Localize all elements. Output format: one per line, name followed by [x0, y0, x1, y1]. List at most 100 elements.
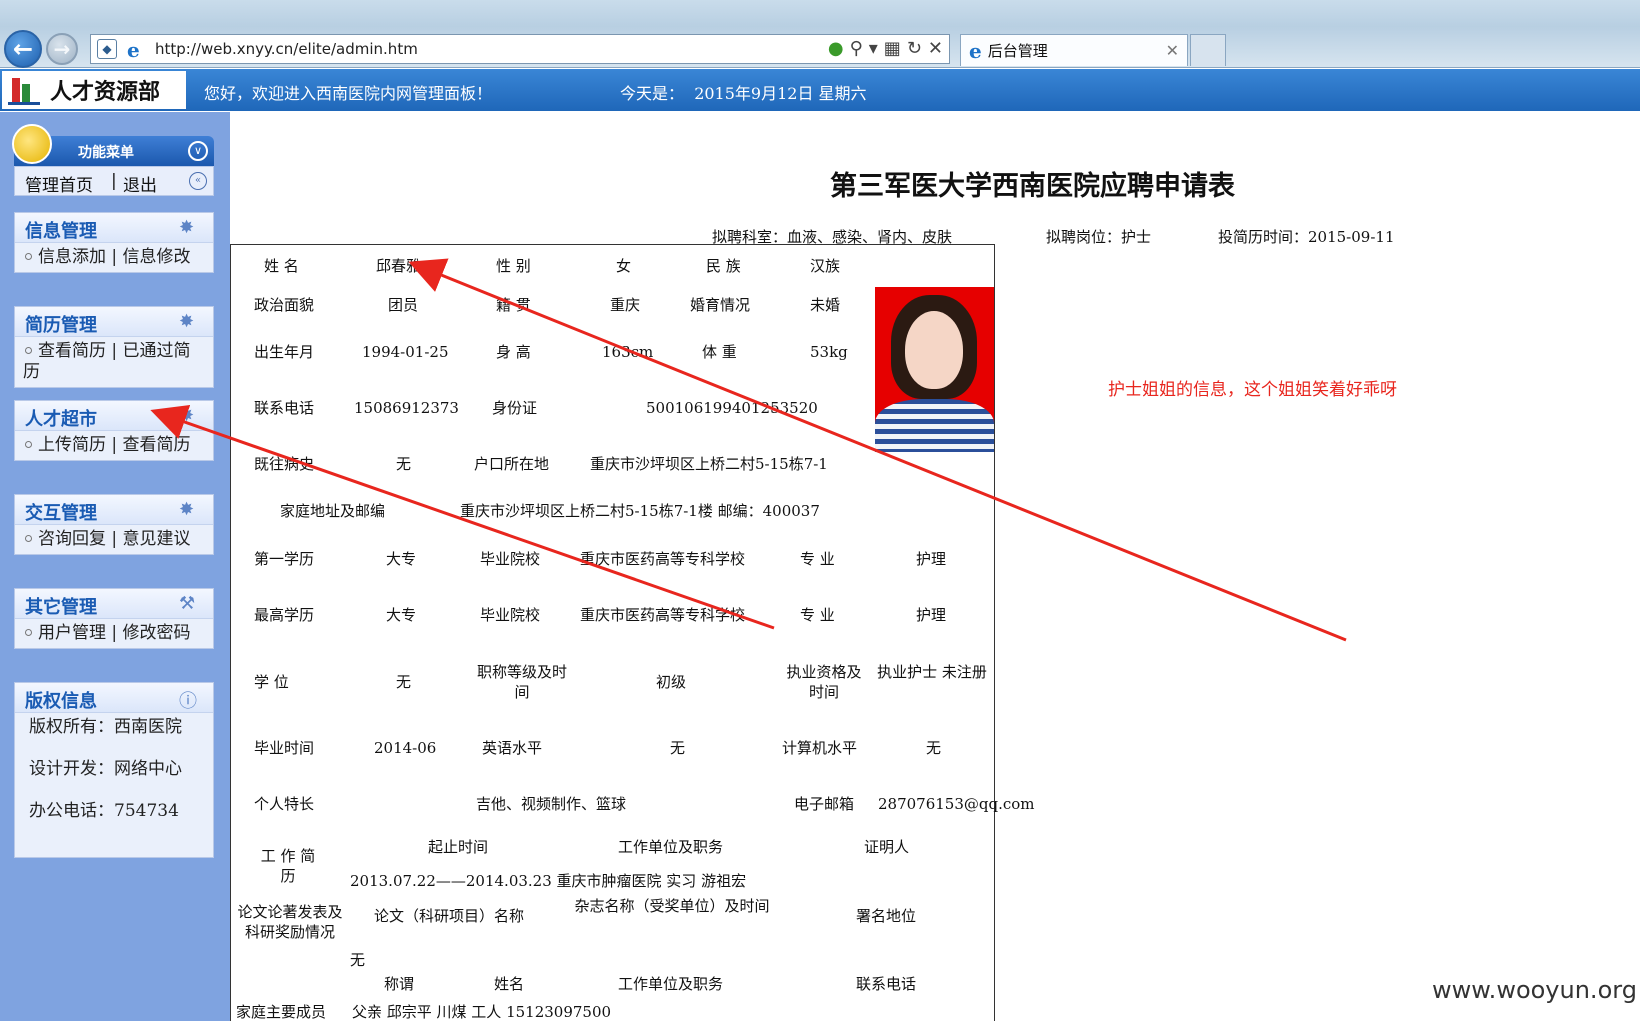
copyright-developer: 设计开发：网络中心 — [29, 759, 182, 779]
main-content: 第三军医大学西南医院应聘申请表 拟聘科室：血液、感染、肾内、皮肤 拟聘岗位：护士… — [230, 112, 1640, 1021]
today-value: 2015年9月12日 星期六 — [694, 84, 867, 103]
doc-date: 投简历时间：2015-09-11 — [1218, 228, 1395, 246]
label-email: 电子邮箱 — [794, 795, 855, 813]
copyright-owner: 版权所有：西南医院 — [29, 717, 182, 737]
collapse-left-icon[interactable]: « — [189, 172, 207, 190]
family-header-name: 姓名 — [494, 975, 525, 993]
close-tab-icon[interactable]: ✕ — [1166, 41, 1179, 60]
label-major1: 专 业 — [800, 550, 835, 568]
section-links[interactable]: 用户管理 | 修改密码 — [38, 623, 191, 643]
value-name: 邱春雅 — [376, 257, 422, 275]
value-major1: 护理 — [916, 550, 947, 568]
welcome-message: 您好，欢迎进入西南医院内网管理面板！ — [204, 84, 493, 103]
label-height: 身 高 — [496, 343, 531, 361]
work-header-witness: 证明人 — [864, 838, 910, 856]
doc-title: 第三军医大学西南医院应聘申请表 — [830, 171, 1235, 202]
paper-header-journal: 杂志名称（受奖单位）及时间 — [574, 897, 770, 915]
back-button[interactable]: ← — [4, 30, 42, 68]
label-computer: 计算机水平 — [782, 739, 858, 757]
hammer-icon: ⚒ — [179, 593, 196, 614]
value-gender: 女 — [616, 257, 632, 275]
label-address: 家庭地址及邮编 — [280, 502, 386, 520]
label-marital: 婚育情况 — [690, 296, 751, 314]
section-links[interactable]: 查看简历 | 已通过简历 — [23, 341, 191, 382]
section-links[interactable]: 咨询回复 | 意见建议 — [38, 529, 191, 549]
today-label: 今天是： — [620, 84, 685, 103]
gear-icon: ✸ — [179, 311, 195, 332]
value-origin: 重庆 — [610, 296, 641, 314]
logout-link[interactable]: 退出 — [123, 171, 157, 196]
app-header: 人才资源部 您好，欢迎进入西南医院内网管理面板！ 今天是： 2015年9月12日… — [0, 69, 1640, 111]
menu-brush-icon — [12, 124, 52, 164]
label-skill: 个人特长 — [254, 795, 315, 813]
home-link[interactable]: 管理首页 — [25, 171, 93, 196]
work-header-unit: 工作单位及职务 — [618, 838, 724, 856]
family-entry: 父亲 邱宗平 川煤 工人 15123097500 — [352, 1003, 612, 1021]
paper-header-role: 署名地位 — [856, 907, 917, 925]
value-title: 初级 — [656, 673, 687, 691]
label-gender: 性 别 — [496, 257, 531, 275]
dropdown-icon[interactable]: ▾ — [869, 38, 878, 59]
label-papers: 论文论著发表及科研奖励情况 — [237, 903, 343, 941]
section-title: 人才超市 — [25, 409, 97, 430]
search-icon[interactable]: ⚲ — [850, 38, 863, 59]
label-edu2: 最高学历 — [254, 606, 315, 624]
value-english: 无 — [670, 739, 686, 757]
applicant-photo — [875, 287, 994, 452]
menu-header: 功能菜单 ∨ — [12, 124, 214, 166]
value-height: 163cm — [602, 343, 654, 361]
label-family: 家庭主要成员 — [236, 1003, 327, 1021]
section-other: 其它管理 ⚒ 用户管理 | 修改密码 — [14, 588, 214, 649]
value-id: 500106199401253520 — [646, 399, 818, 417]
section-copyright: 版权信息 ⓘ 版权所有：西南医院 设计开发：网络中心 办公电话：754734 — [14, 682, 214, 858]
value-email: 287076153@qq.com — [878, 795, 1035, 813]
label-edu1: 第一学历 — [254, 550, 315, 568]
compat-icon[interactable]: ● — [828, 38, 844, 59]
label-birth: 出生年月 — [254, 343, 315, 361]
collapse-down-icon[interactable]: ∨ — [188, 141, 208, 161]
form-border — [230, 244, 231, 1021]
value-ethnic: 汉族 — [810, 257, 841, 275]
forward-button[interactable]: → — [46, 33, 78, 65]
section-links[interactable]: 上传简历 | 查看简历 — [38, 435, 191, 455]
value-school1: 重庆市医药高等专科学校 — [580, 550, 746, 568]
bullet-icon — [25, 534, 32, 542]
paper-header-name: 论文（科研项目）名称 — [374, 907, 525, 925]
label-title: 职称等级及时间 — [476, 663, 567, 701]
label-hukou: 户口所在地 — [474, 455, 550, 473]
refresh-icon[interactable]: ↻ — [907, 38, 922, 59]
value-weight: 53kg — [810, 343, 848, 361]
logo-text: 人才资源部 — [50, 79, 161, 105]
browser-tab[interactable]: e 后台管理 ✕ — [960, 34, 1188, 66]
section-info: 信息管理 ✸ 信息添加 | 信息修改 — [14, 212, 214, 273]
annotation-text: 护士姐姐的信息，这个姐姐笑着好乖呀 — [1108, 380, 1397, 400]
tab-title: 后台管理 — [987, 42, 1048, 60]
address-bar[interactable]: ◆ e http://web.xnyy.cn/elite/admin.htm ●… — [90, 34, 950, 64]
section-title: 简历管理 — [25, 315, 97, 336]
label-school1: 毕业院校 — [480, 550, 541, 568]
value-address: 重庆市沙坪坝区上桥二村5-15栋7-1楼 邮编：400037 — [460, 502, 820, 520]
form-border — [994, 244, 995, 1021]
doc-post: 拟聘岗位：护士 — [1046, 228, 1152, 246]
browser-toolbar: ← → ◆ e http://web.xnyy.cn/elite/admin.h… — [0, 0, 1640, 68]
form-border — [230, 244, 995, 245]
gear-icon: ✸ — [179, 217, 195, 238]
section-links[interactable]: 信息添加 | 信息修改 — [38, 247, 191, 267]
bullet-icon — [25, 252, 32, 260]
bullet-icon — [25, 440, 32, 448]
work-header-period: 起止时间 — [428, 838, 489, 856]
value-grad: 2014-06 — [374, 739, 437, 757]
label-id: 身份证 — [492, 399, 538, 417]
label-english: 英语水平 — [482, 739, 543, 757]
compatibility-view-icon[interactable]: ▦ — [884, 38, 901, 59]
section-title: 其它管理 — [25, 597, 97, 618]
menu-title: 功能菜单 — [78, 145, 134, 161]
value-birth: 1994-01-25 — [362, 343, 449, 361]
stop-icon[interactable]: ✕ — [928, 38, 943, 59]
new-tab-button[interactable] — [1190, 34, 1226, 66]
url-text[interactable]: http://web.xnyy.cn/elite/admin.htm — [155, 40, 418, 58]
family-header-unit: 工作单位及职务 — [618, 975, 724, 993]
value-politic: 团员 — [388, 296, 419, 314]
link-separator: | — [111, 171, 117, 191]
family-header-relation: 称谓 — [384, 975, 415, 993]
